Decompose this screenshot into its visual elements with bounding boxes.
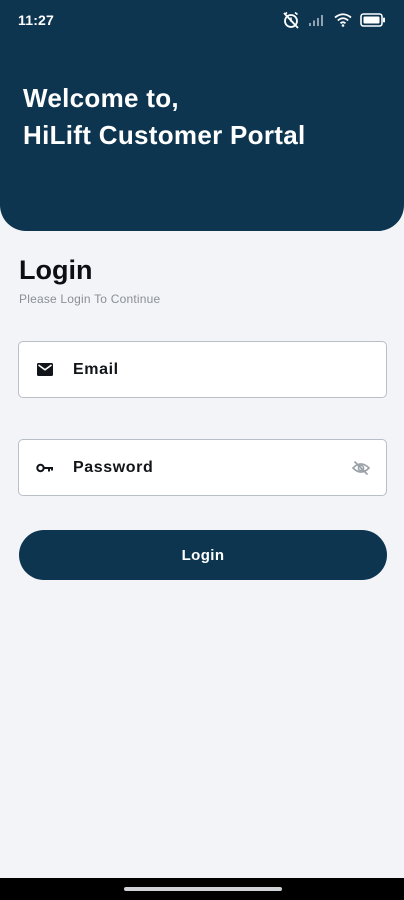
- status-bar: 11:27: [0, 0, 404, 40]
- status-icons: [282, 10, 386, 30]
- login-title: Login: [19, 255, 93, 285]
- password-label: Password: [73, 458, 154, 476]
- navigation-bar: [0, 878, 404, 900]
- header-banner: 11:27 Welcome to, HiLift Customer Portal: [0, 0, 404, 231]
- welcome-line-2: HiLift Customer Portal: [23, 120, 306, 150]
- wifi-icon: [334, 13, 352, 27]
- battery-icon: [360, 13, 386, 27]
- login-screen: 11:27 Welcome to, HiLift Customer Portal…: [0, 0, 404, 900]
- signal-icon: [308, 13, 326, 27]
- welcome-heading: Welcome to, HiLift Customer Portal: [23, 80, 306, 154]
- eye-off-icon[interactable]: [351, 458, 371, 478]
- email-label: Email: [73, 360, 119, 378]
- login-subtitle: Please Login To Continue: [19, 292, 161, 306]
- home-indicator[interactable]: [124, 887, 282, 891]
- welcome-line-1: Welcome to,: [23, 83, 179, 113]
- email-field[interactable]: Email: [18, 341, 387, 398]
- login-button[interactable]: Login: [19, 530, 387, 580]
- alarm-off-icon: [282, 11, 300, 29]
- status-time: 11:27: [18, 12, 55, 28]
- password-field[interactable]: Password: [18, 439, 387, 496]
- key-icon: [35, 458, 55, 478]
- mail-icon: [35, 360, 55, 380]
